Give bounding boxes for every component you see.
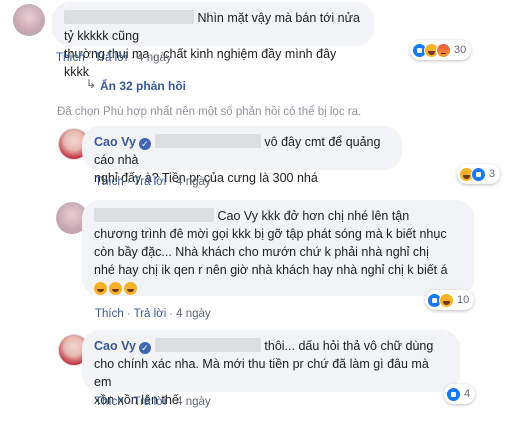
avatar[interactable] [13, 4, 45, 36]
like-reaction-icon [446, 386, 461, 402]
angry-reaction-icon [436, 42, 451, 58]
laughing-emoji-icon [94, 282, 107, 295]
comment-text: chương trình đê mời gọi kkk bị gỡ tập ph… [94, 227, 447, 241]
timestamp[interactable]: 4 ngày [137, 52, 172, 64]
reaction-summary[interactable]: 30 [410, 40, 472, 60]
like-link[interactable]: Thích [95, 308, 124, 320]
laughing-emoji-icon [124, 282, 137, 295]
like-link[interactable]: Thích [56, 52, 85, 64]
blurred-tag [154, 134, 261, 148]
comment-text: cho chính xác nha. Mà mới thu tiền pr ch… [94, 357, 429, 389]
like-reaction-icon [471, 166, 486, 182]
reaction-summary[interactable]: 3 [457, 164, 501, 184]
reply-arrow-icon: ↳ [86, 77, 97, 91]
comment-actions: Thích · Trả lời · 4 ngày [95, 396, 211, 408]
comment-text: Cao Vy kkk đở hơn chị nhé lên tận [94, 207, 462, 225]
reaction-count: 4 [464, 388, 471, 400]
reply-link[interactable]: Trả lời [134, 308, 167, 320]
reaction-summary[interactable]: 10 [425, 290, 475, 310]
timestamp[interactable]: 4 ngày [176, 176, 211, 188]
comment-bubble: Cao Vy kkk đở hơn chị nhé lên tận chương… [82, 200, 474, 296]
like-link[interactable]: Thích [95, 396, 124, 408]
reaction-count: 30 [454, 44, 467, 56]
comment-actions: Thích · Trả lời · 4 ngày [56, 52, 172, 64]
comment-text: Nhìn mặt vậy mà bán tới nửa tỷ kkkkk cũn… [64, 10, 360, 43]
laughing-emoji-icon [109, 282, 122, 295]
verified-icon: ✓ [138, 342, 151, 354]
blurred-author-name [64, 10, 194, 24]
author-name[interactable]: Cao Vy [94, 135, 136, 149]
comment-bubble: Cao Vy ✓ vô đây cmt để quảng cáo nhà nghỉ… [82, 126, 402, 185]
filter-note: Đã chọn Phù hợp nhất nên một số phản hồi… [57, 106, 362, 118]
comment-actions: Thích · Trả lời · 4 ngày [95, 308, 211, 320]
reply-link[interactable]: Trả lời [134, 396, 167, 408]
verified-icon: ✓ [138, 138, 151, 150]
haha-reaction-icon [439, 292, 454, 308]
comment-actions: Thích · Trả lời · 4 ngày [95, 176, 211, 188]
comment-text: còn bầy đặc... Nhà khách cho mướn chứ k … [94, 245, 429, 259]
reply-link[interactable]: Trả lời [134, 176, 167, 188]
reaction-count: 10 [457, 294, 470, 306]
comment-text: Cao Vy ✓ vô đây cmt để quảng cáo nhà [94, 134, 381, 167]
reply-link[interactable]: Trả lời [95, 52, 128, 64]
comment-text: nhé hay chị ik qen r nên giờ nhà khách h… [94, 263, 448, 277]
like-link[interactable]: Thích [95, 176, 124, 188]
timestamp[interactable]: 4 ngày [176, 396, 211, 408]
timestamp[interactable]: 4 ngày [176, 308, 211, 320]
emoji-row [94, 280, 462, 298]
comment-bubble: Cao Vy ✓ thôi... dấu hỏi thả vô chữ dùng … [82, 330, 460, 407]
blurred-author-name [94, 208, 214, 222]
comment-text: Cao Vy ✓ thôi... dấu hỏi thả vô chữ dùng [94, 338, 434, 354]
reaction-count: 3 [489, 168, 496, 180]
author-name[interactable]: Cao Vy [94, 339, 136, 353]
hide-replies-link[interactable]: Ẩn 32 phản hồi [100, 79, 186, 93]
reaction-summary[interactable]: 4 [444, 384, 476, 404]
comment-bubble: Nhìn mặt vậy mà bán tới nửa tỷ kkkkk cũn… [52, 2, 374, 79]
blurred-tag [154, 338, 261, 352]
